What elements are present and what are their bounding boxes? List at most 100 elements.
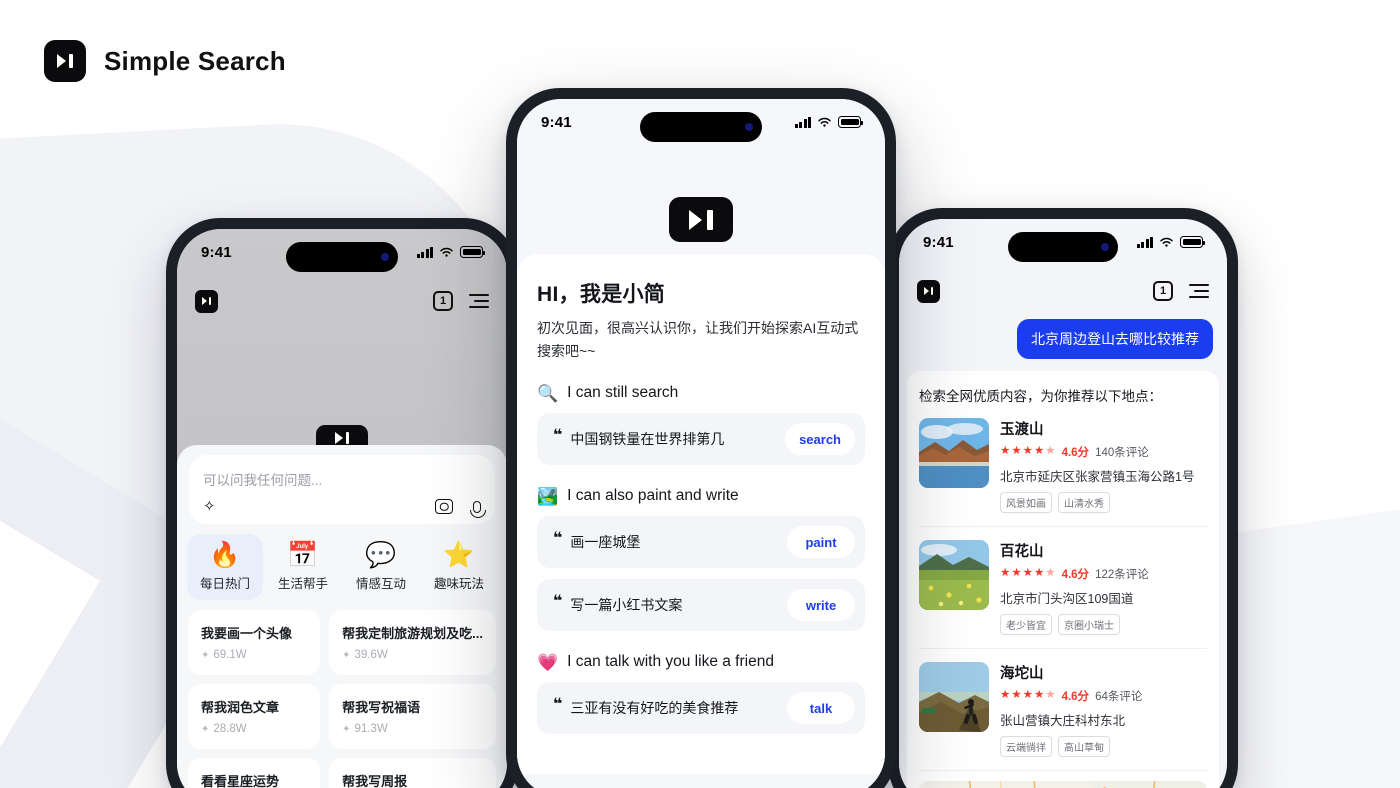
center-status-bar: 9:41 [517,99,885,145]
vertical-bar-icon [69,54,73,68]
phone-mockup-right: 9:41 1 北京周边登山去哪比较推荐 检索全网优质内容，为你推荐以下地点： 玉… [888,208,1238,788]
star-rating-icon: ★ ★ ★ ★ ★ [1000,689,1056,702]
cellular-signal-icon [1136,236,1153,248]
brand-logo-icon [44,40,86,82]
list-item[interactable]: 看看星座运势 ✦48.3W [188,758,321,788]
place-thumbnail-lake-mountain [919,418,989,488]
place-name: 百花山 [1000,544,1044,560]
suggestion-title: 帮我润色文章 [201,700,280,715]
status-badge: 高山草甸 [1058,736,1110,757]
category-tabs: 🔥 每日热门 📅 生活帮手 💬 情感互动 ⭐ 趣味玩法 [177,524,507,604]
category-tab-fun[interactable]: ⭐ 趣味玩法 [421,534,497,600]
suggestion-text: 写一篇小红书文案 [570,597,683,614]
suggestion-quote: ❝ 写一篇小红书文案 [553,593,683,614]
place-address: 张山营镇大庄科村东北 [1000,714,1126,728]
category-tab-emotion[interactable]: 💬 情感互动 [343,534,419,600]
app-logo-icon[interactable] [195,289,218,313]
results-map[interactable]: 景区景区景区 景区景区 北京市 3 1 2 [919,781,1207,788]
status-time: 9:41 [541,113,572,131]
center-phone-screen: 9:41 HI，我是小简 初次见面，很高兴认识你，让我们开始探索AI互动式搜索吧… [517,99,885,788]
right-phone-screen: 9:41 1 北京周边登山去哪比较推荐 检索全网优质内容，为你推荐以下地点： 玉… [899,219,1227,788]
suggestion-quote: ❝ 画一座城堡 [553,530,641,551]
cellular-signal-icon [794,116,811,128]
action-pill-search[interactable]: search [785,423,855,456]
status-indicators [794,116,863,128]
category-tab-daily-hot[interactable]: 🔥 每日热门 [187,534,263,600]
vertical-bar-icon [930,287,934,295]
app-logo-icon[interactable] [917,279,940,303]
heart-chat-icon: 💗 [537,652,559,672]
welcome-subtitle: 初次见面，很高兴认识你，让我们开始探索AI互动式搜索吧~~ [537,320,859,359]
list-item[interactable]: ❝ 写一篇小红书文案 write [537,579,865,632]
status-time: 9:41 [201,243,232,261]
star-rating-icon: ★ ★ ★ ★ ★ [1000,445,1056,458]
camera-icon[interactable] [435,499,453,514]
list-item[interactable]: 帮我润色文章 ✦ 28.8W [188,684,321,749]
chevron-right-icon [334,432,343,444]
suggestion-title: 帮我定制旅游规划及吃... [342,626,483,641]
action-pill-paint[interactable]: paint [787,526,855,559]
map-canvas: 景区景区景区 景区景区 北京市 [919,781,1207,788]
table-row[interactable]: 海坨山 ★ ★ ★ ★ ★ 4.6分 64条评论 张山营镇大庄科村东北 云端徜徉 高山草… [919,649,1207,771]
list-item[interactable]: 帮我写祝福语 ✦ 91.3W [329,684,496,749]
suggestion-title: 帮我写祝福语 [342,700,421,715]
chevron-right-icon [689,209,703,230]
review-count: 122条评论 [1095,569,1149,581]
hamburger-menu-icon[interactable] [469,294,489,308]
magnifier-icon: 🔍 [537,383,559,403]
category-label: 生活帮手 [277,577,328,591]
place-tags: 风景如画 山清水秀 [1000,492,1207,513]
section-label: I can still search [567,384,679,402]
list-item[interactable]: 我要画一个头像 ✦ 69.1W [188,610,321,675]
status-badge: 云端徜徉 [1000,736,1052,757]
sparkle-icon[interactable]: ✧ [203,499,216,514]
star-rating-icon: ★ ★ ★ ★ ★ [1000,567,1056,580]
left-bottom-sheet: 可以问我任何问题... ✧ 🔥 每日热门 📅 生活帮手 💬 情感互动 ⭐ 趣味玩… [177,445,507,788]
action-pill-write[interactable]: write [787,589,855,622]
place-info: 海坨山 ★ ★ ★ ★ ★ 4.6分 64条评论 张山营镇大庄科村东北 云端徜徉 高山草… [1000,662,1207,757]
vertical-bar-icon [707,209,713,230]
wifi-icon [440,247,453,257]
left-phone-screen: 9:41 1 可以问我任何问题... ✧ 🔥 每日热门 📅 生活帮手 💬 情感互… [177,229,507,788]
microphone-icon[interactable] [470,500,486,518]
list-item[interactable]: 帮我写周报 ✦12.5W [329,758,496,788]
suggestion-title: 帮我写周报 [342,774,408,788]
suggestion-title: 我要画一个头像 [201,626,293,641]
right-app-header: 1 [899,271,1227,311]
list-item[interactable]: ❝ 中国钢铁量在世界排第几 search [537,413,865,466]
phone-mockup-left: 9:41 1 可以问我任何问题... ✧ 🔥 每日热门 📅 生活帮手 💬 情感互… [166,218,518,788]
suggestion-quote: ❝ 中国钢铁量在世界排第几 [553,427,725,448]
answer-panel: 检索全网优质内容，为你推荐以下地点： 玉渡山 ★ ★ ★ ★ ★ 4.6分 14… [907,371,1219,788]
place-info: 百花山 ★ ★ ★ ★ ★ 4.6分 122条评论 北京市门头沟区109国道 老少皆宜 … [1000,540,1207,635]
tab-count-badge[interactable]: 1 [1153,281,1173,301]
suggestion-quote: ❝ 三亚有没有好吃的美食推荐 [553,696,739,717]
hamburger-menu-icon[interactable] [1189,284,1209,298]
table-row[interactable]: 百花山 ★ ★ ★ ★ ★ 4.6分 122条评论 北京市门头沟区109国道 老少皆宜 … [919,527,1207,649]
page-title: HI，我是小简 [537,283,666,306]
place-rating: ★ ★ ★ ★ ★ 4.6分 140条评论 [1000,444,1207,460]
prompt-input-container[interactable]: 可以问我任何问题... ✧ [189,455,495,524]
search-input[interactable]: 可以问我任何问题... [203,469,481,489]
list-item[interactable]: ❝ 画一座城堡 paint [537,516,865,569]
section-header-search: 🔍 I can still search [537,384,865,402]
suggestion-title: 看看星座运势 [201,774,280,788]
right-header-actions: 1 [1153,281,1209,301]
list-item[interactable]: ❝ 三亚有没有好吃的美食推荐 talk [537,682,865,735]
table-row[interactable]: 玉渡山 ★ ★ ★ ★ ★ 4.6分 140条评论 北京市延庆区张家营镇玉海公路1号 风… [919,405,1207,527]
rating-score: 4.6分 [1061,569,1090,581]
status-badge: 老少皆宜 [1000,614,1052,635]
action-pill-talk[interactable]: talk [787,692,855,725]
section-header-paint-write: 🏞️ I can also paint and write [537,487,865,505]
section-label: I can also paint and write [567,487,739,505]
suggestion-metric: ✦ 69.1W [201,649,247,661]
category-label: 每日热门 [199,577,250,591]
left-status-bar: 9:41 [177,229,507,275]
category-tab-life-helper[interactable]: 📅 生活帮手 [265,534,341,600]
list-item[interactable]: 帮我定制旅游规划及吃... ✦ 39.6W [329,610,496,675]
place-address: 北京市门头沟区109国道 [1000,592,1134,606]
tab-count-badge[interactable]: 1 [433,291,453,311]
rating-score: 4.6分 [1061,447,1090,459]
category-label: 情感互动 [355,577,406,591]
place-address: 北京市延庆区张家营镇玉海公路1号 [1000,470,1195,484]
place-name: 玉渡山 [1000,422,1044,438]
